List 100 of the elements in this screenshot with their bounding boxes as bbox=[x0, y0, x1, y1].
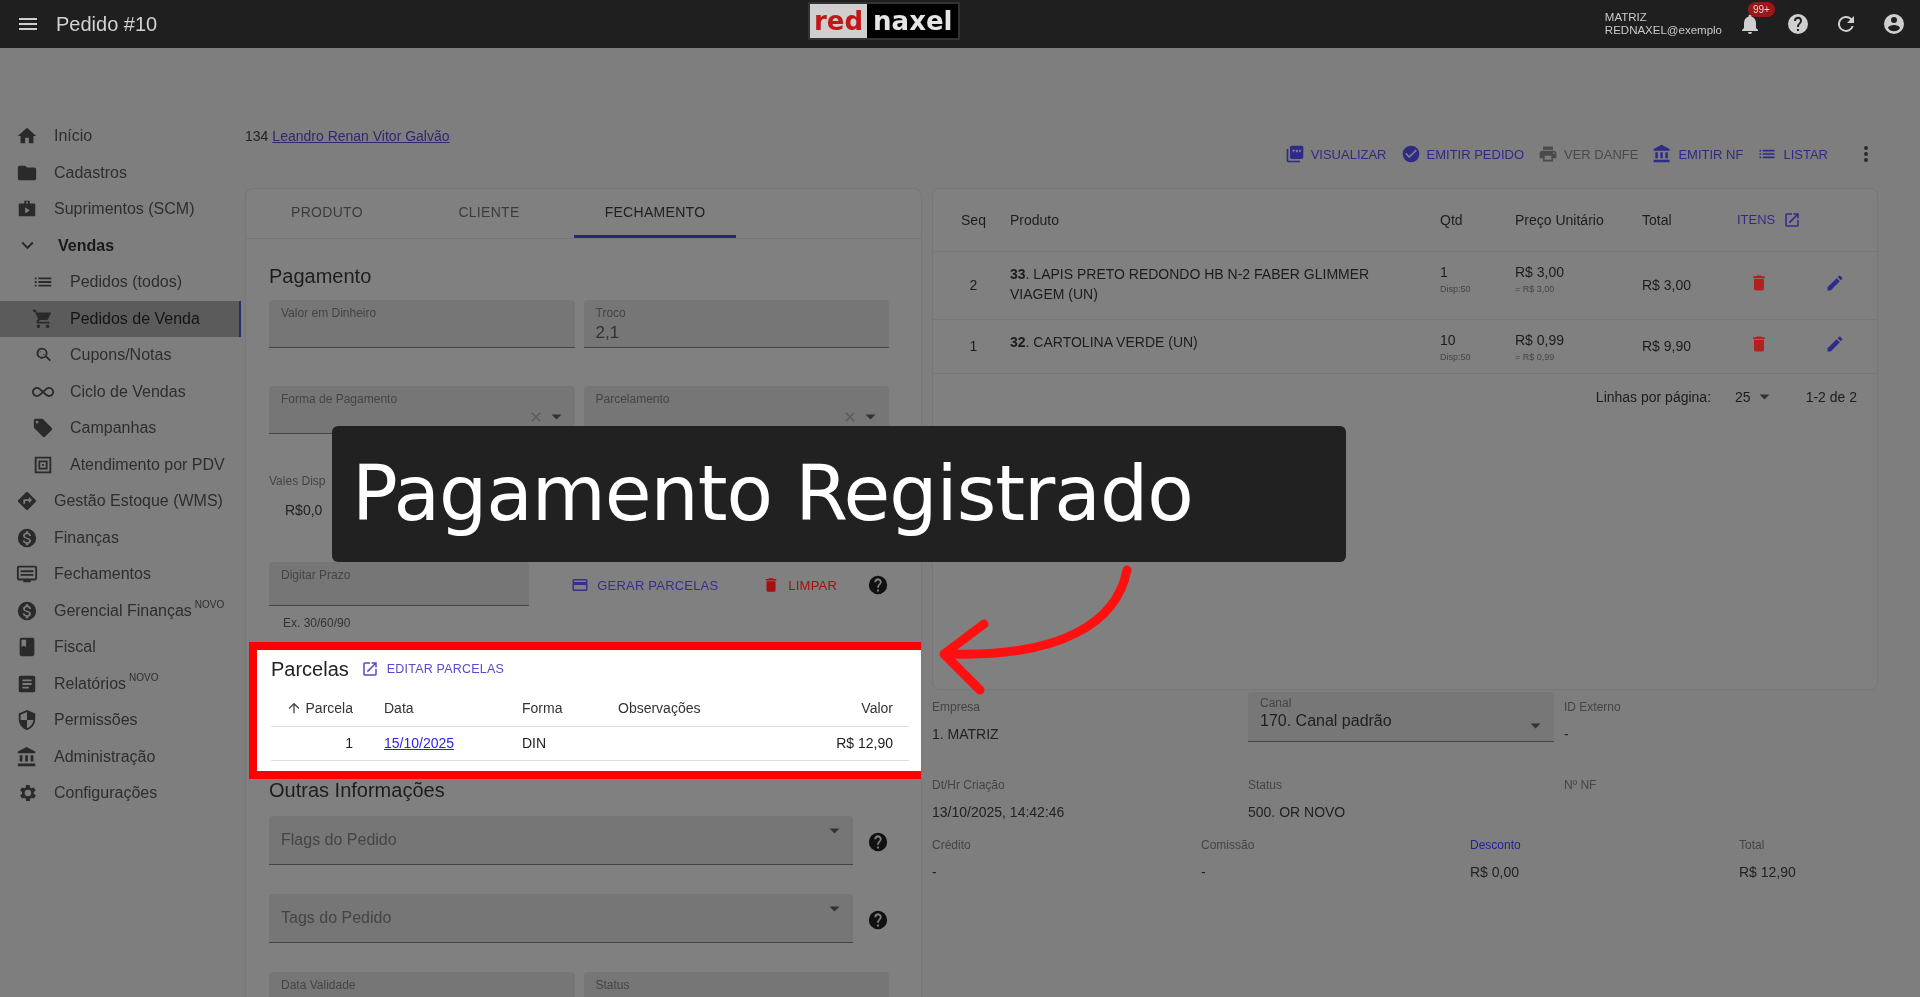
dropdown-icon bbox=[1758, 393, 1770, 400]
table-cell: 1 bbox=[345, 735, 353, 751]
field-value: R$ 12,90 bbox=[1739, 864, 1796, 880]
table-cell-text: R$ 0,99 bbox=[1515, 331, 1566, 348]
sidebar-item[interactable]: Atendimento por PDV bbox=[0, 446, 241, 483]
external-link-icon bbox=[1783, 211, 1802, 230]
external-link-icon bbox=[360, 660, 379, 678]
edit-icon[interactable] bbox=[1825, 334, 1845, 354]
sidebar-item[interactable]: Fechamentos bbox=[0, 556, 241, 593]
table-cell: R$ 12,90 bbox=[836, 735, 893, 751]
help-icon[interactable] bbox=[867, 831, 889, 853]
diamond-arrow-icon bbox=[16, 490, 38, 513]
dollar-icon bbox=[16, 526, 38, 549]
discount-link[interactable]: Desconto bbox=[1470, 838, 1521, 852]
column-header[interactable]: Parcela bbox=[271, 690, 383, 726]
sidebar-item[interactable]: Gerencial Finanças $^{NOVO}$ bbox=[0, 592, 241, 629]
field-value: - bbox=[1201, 864, 1206, 880]
tab[interactable]: CLIENTE bbox=[408, 189, 570, 238]
field-label: Crédito bbox=[932, 838, 971, 852]
action-button[interactable]: LISTAR bbox=[1755, 144, 1830, 164]
dropdown-icon[interactable] bbox=[865, 414, 876, 420]
sidebar-item[interactable]: Cadastros bbox=[0, 154, 241, 191]
sidebar-item[interactable]: Gestão Estoque (WMS) bbox=[0, 483, 241, 520]
dropdown-icon[interactable] bbox=[550, 414, 562, 420]
column-header: Qtd bbox=[1439, 189, 1514, 251]
sidebar-item[interactable]: Administração bbox=[0, 738, 241, 775]
dollar-icon bbox=[16, 599, 38, 622]
action-button[interactable]: EMITIR NF bbox=[1650, 144, 1746, 164]
table-cell: DIN bbox=[522, 735, 547, 751]
column-header[interactable]: Forma bbox=[521, 690, 617, 726]
sidebar-item[interactable]: Fiscal bbox=[0, 629, 241, 666]
sidebar-item[interactable]: Relatórios $^{NOVO}$ bbox=[0, 665, 241, 702]
bank-icon bbox=[1652, 144, 1673, 164]
sidebar-item[interactable]: Suprimentos (SCM) bbox=[0, 191, 241, 228]
account-icon[interactable] bbox=[1882, 12, 1906, 36]
sidebar-item[interactable]: Pedidos de Venda bbox=[0, 300, 241, 337]
field-label: Comissão bbox=[1201, 838, 1255, 852]
company-name: MATRIZ bbox=[1604, 11, 1648, 24]
table-cell: R$ 3,00 bbox=[1642, 276, 1692, 293]
field-value: 1. MATRIZ bbox=[932, 726, 999, 742]
action-button[interactable]: EMITIR PEDIDO bbox=[1398, 144, 1527, 164]
section-title: Pagamento bbox=[269, 265, 373, 288]
page-range: 1-2 de 2 bbox=[1805, 388, 1857, 405]
cart-icon bbox=[32, 307, 54, 330]
help-icon[interactable] bbox=[867, 574, 889, 596]
sidebar-item[interactable]: Vendas bbox=[0, 227, 241, 264]
tag-icon bbox=[32, 417, 54, 440]
field-value: - bbox=[932, 864, 937, 880]
dropdown-icon[interactable] bbox=[1530, 723, 1541, 729]
page-title: Pedido #10 bbox=[56, 12, 158, 36]
action-button[interactable]: VISUALIZAR bbox=[1282, 144, 1389, 164]
field-label: Empresa bbox=[932, 700, 981, 714]
tab[interactable]: FECHAMENTO bbox=[574, 189, 736, 238]
table-cell: 2 bbox=[969, 276, 978, 293]
logo: red naxel bbox=[808, 2, 961, 40]
field-label: Vales Disp bbox=[269, 474, 326, 488]
rows-per-page-select[interactable]: 25 bbox=[1729, 387, 1776, 406]
voucher-value: R$0,0 bbox=[284, 502, 323, 518]
dropdown-icon[interactable] bbox=[829, 827, 840, 834]
column-header[interactable]: Data bbox=[383, 690, 521, 726]
sidebar-item[interactable]: Configurações bbox=[0, 775, 241, 812]
table-cell-text: 1 bbox=[1440, 263, 1449, 280]
field-value: 500. OR NOVO bbox=[1248, 804, 1346, 820]
field-label: Total bbox=[1739, 838, 1765, 852]
rows-per-page-label: Linhas por página: bbox=[1595, 388, 1712, 405]
help-icon[interactable] bbox=[1786, 12, 1810, 36]
sidebar-item[interactable]: Cupons/Notas bbox=[0, 337, 241, 374]
clear-button[interactable]: LIMPAR bbox=[754, 570, 845, 600]
generate-button[interactable]: GERAR PARCELAS bbox=[563, 570, 727, 600]
edit-installments-button[interactable]: EDITAR PARCELAS bbox=[352, 654, 512, 684]
dropdown-icon[interactable] bbox=[829, 905, 840, 912]
printer-icon bbox=[1538, 144, 1559, 164]
sidebar-item[interactable]: Finanças bbox=[0, 519, 241, 556]
sidebar-item[interactable]: Campanhas bbox=[0, 410, 241, 447]
shield-icon bbox=[16, 709, 38, 732]
sidebar-item[interactable]: Ciclo de Vendas bbox=[0, 373, 241, 410]
column-header: Preço Unitário bbox=[1514, 189, 1641, 251]
edit-icon[interactable] bbox=[1825, 273, 1845, 293]
field-value: - bbox=[1564, 726, 1569, 742]
column-header[interactable]: Valor bbox=[772, 690, 909, 726]
sidebar-item[interactable]: Permissões bbox=[0, 702, 241, 739]
column-header: Total bbox=[1641, 189, 1736, 251]
new-label: NOVO bbox=[194, 598, 225, 610]
sidebar-item[interactable]: Início bbox=[0, 118, 241, 155]
field-value: R$ 0,00 bbox=[1470, 864, 1520, 880]
date-link[interactable]: 15/10/2025 bbox=[384, 735, 455, 751]
new-label: NOVO bbox=[129, 671, 159, 683]
user-email: REDNAXEL@exemplo bbox=[1604, 24, 1722, 37]
sidebar-item[interactable]: Pedidos (todos) bbox=[0, 264, 241, 301]
help-icon[interactable] bbox=[867, 909, 889, 931]
customer-link[interactable]: Leandro Renan Vitor Galvão bbox=[272, 128, 450, 144]
items-link[interactable]: ITENS bbox=[1737, 208, 1802, 233]
column-header: Produto bbox=[1009, 189, 1439, 251]
section-title: Outras Informações bbox=[269, 778, 446, 802]
product-name: 33. LAPIS PRETO REDONDO HB N-2 FABER GLIMMER VIAGEM (UN) bbox=[1010, 265, 1370, 302]
column-header[interactable]: Observações bbox=[617, 690, 773, 726]
field-label: Nº NF bbox=[1564, 778, 1597, 792]
table-cell: 1 bbox=[969, 337, 978, 354]
column-header: Seq bbox=[933, 189, 1009, 251]
tab[interactable]: PRODUTO bbox=[246, 189, 408, 238]
